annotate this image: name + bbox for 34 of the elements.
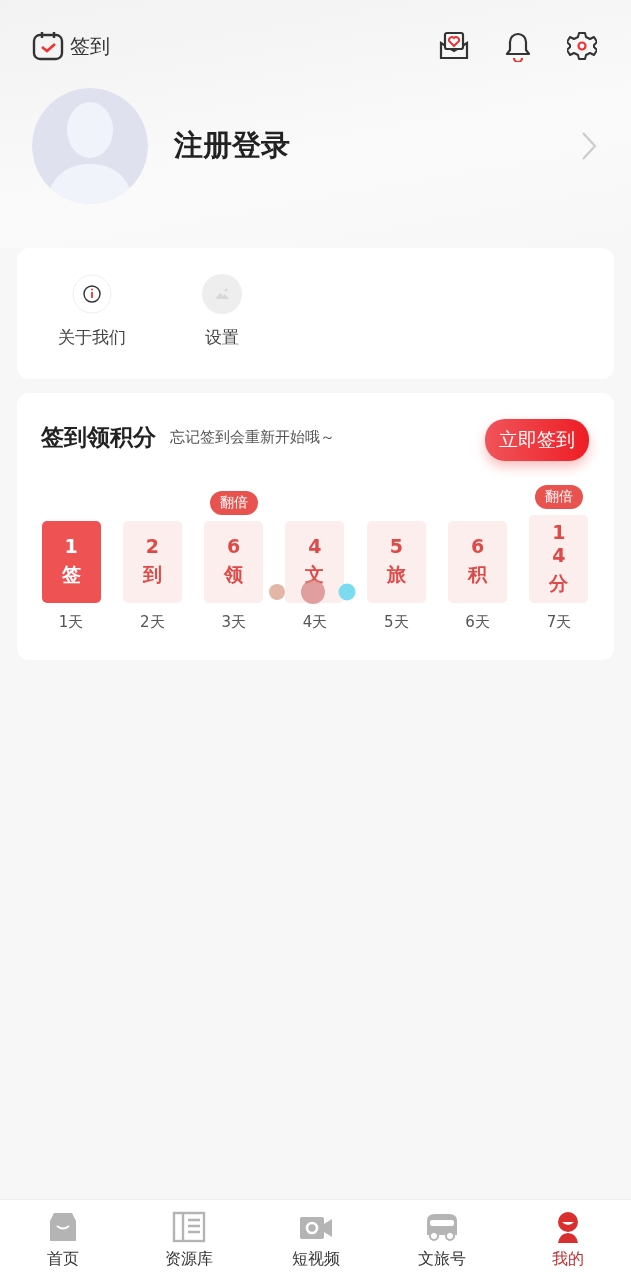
shortcut-label[interactable]: 设置: [205, 326, 239, 349]
bell-icon[interactable]: [503, 30, 533, 62]
day-card: 6 领: [204, 520, 264, 603]
day-label: 5天: [384, 612, 409, 632]
day-label: 7天: [546, 612, 572, 632]
day-label: 2天: [140, 612, 165, 632]
day-card: 1 签: [41, 520, 101, 603]
shortcut-label[interactable]: 关于我们: [58, 326, 126, 349]
day-card: 4 文: [285, 520, 345, 603]
day-label: 3天: [221, 612, 246, 632]
day-card: 2 到: [122, 520, 182, 603]
nav-tab[interactable]: 首页: [0, 1200, 127, 1280]
info-icon[interactable]: [72, 274, 112, 314]
nav-tab[interactable]: 短视频: [252, 1200, 379, 1280]
login-link[interactable]: 注册登录: [174, 126, 581, 166]
day-card: 14 分: [529, 515, 589, 603]
checkin-link[interactable]: 签到: [70, 32, 110, 60]
double-badge: 翻倍: [209, 490, 258, 515]
day-label: 1天: [58, 612, 84, 632]
day-label: 4天: [302, 612, 328, 632]
nav-tab[interactable]: 文旅号: [378, 1200, 505, 1280]
notebook-icon: [172, 1210, 207, 1243]
checkin-hint: 忘记签到会重新开始哦～: [170, 427, 336, 447]
checkin-button[interactable]: 立即签到: [485, 419, 589, 461]
nav-tab[interactable]: 资源库: [126, 1200, 253, 1280]
settings-icon[interactable]: [567, 31, 597, 61]
day-card: 5 旅: [366, 520, 426, 603]
nav-tab[interactable]: 我的: [504, 1200, 631, 1280]
calendar-check-icon[interactable]: [32, 31, 64, 61]
double-badge: 翻倍: [534, 485, 583, 509]
checkin-title: 签到领积分: [41, 422, 156, 452]
day-card: 6 积: [448, 520, 508, 603]
mail-heart-icon[interactable]: [439, 31, 469, 61]
day-label: 6天: [465, 612, 490, 632]
